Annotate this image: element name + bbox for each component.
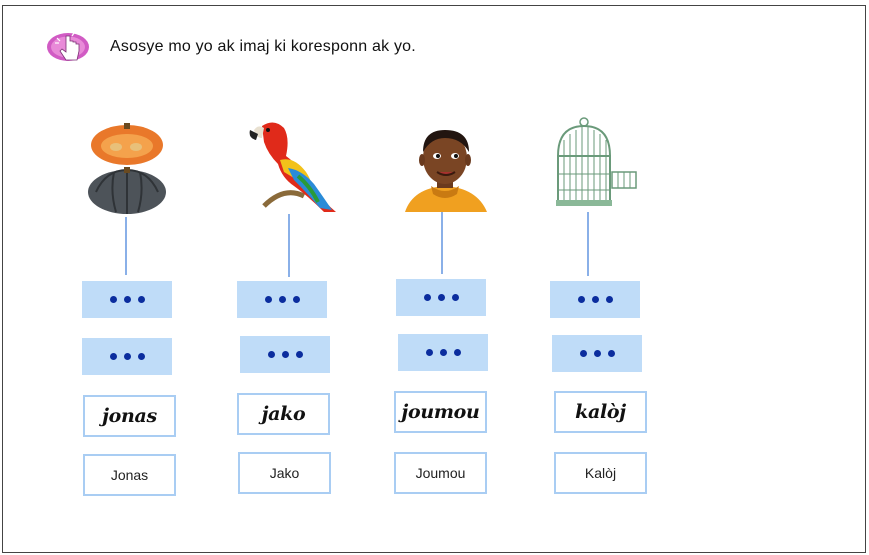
dot [451, 294, 459, 301]
dot [607, 350, 615, 357]
dot [267, 351, 275, 358]
dot [278, 296, 286, 303]
dot [264, 296, 272, 303]
print-word: Kalòj [584, 465, 617, 481]
cursive-word: kalòj [575, 401, 626, 423]
answer-slot-1[interactable] [396, 279, 486, 316]
cursive-word: jako [261, 403, 306, 425]
print-word: Joumou [415, 465, 466, 481]
cursive-word-card[interactable]: kalòj [554, 391, 647, 433]
dot [281, 351, 289, 358]
answer-slot-2[interactable] [552, 335, 642, 372]
connector-line [125, 217, 127, 275]
instruction-header: Asosye mo yo ak imaj ki koresponn ak yo. [46, 30, 416, 64]
birdcage-image [556, 117, 637, 206]
print-word-card[interactable]: Jako [238, 452, 331, 494]
connector-line [288, 214, 290, 277]
print-word: Jako [269, 465, 300, 481]
dot [137, 353, 145, 360]
dot [425, 349, 433, 356]
hand-pointer-icon [47, 32, 89, 61]
dot [453, 349, 461, 356]
pumpkin-image [88, 123, 166, 214]
dot [591, 296, 599, 303]
print-word-card[interactable]: Kalòj [554, 452, 647, 494]
dot [437, 294, 445, 301]
answer-slot-1[interactable] [237, 281, 327, 318]
dot [577, 296, 585, 303]
cursive-word-card[interactable]: joumou [394, 391, 487, 433]
answer-slot-2[interactable] [240, 336, 330, 373]
dot [109, 296, 117, 303]
answer-slot-2[interactable] [82, 338, 172, 375]
print-word: Jonas [110, 467, 149, 483]
dot [109, 353, 117, 360]
connector-line [441, 212, 443, 274]
dot [423, 294, 431, 301]
connector-line [587, 212, 589, 276]
dot [292, 296, 300, 303]
answer-slot-1[interactable] [82, 281, 172, 318]
cursive-word-card[interactable]: jako [237, 393, 330, 435]
dot [579, 350, 587, 357]
dot [605, 296, 613, 303]
instruction-text: Asosye mo yo ak imaj ki koresponn ak yo. [110, 38, 416, 55]
answer-slot-2[interactable] [398, 334, 488, 371]
dot [295, 351, 303, 358]
dot [137, 296, 145, 303]
dot [123, 353, 131, 360]
dot [123, 296, 131, 303]
answer-slot-1[interactable] [550, 281, 640, 318]
dot [593, 350, 601, 357]
print-word-card[interactable]: Jonas [83, 454, 176, 496]
cursive-word-card[interactable]: jonas [83, 395, 176, 437]
cursive-word: jonas [102, 405, 157, 427]
print-word-card[interactable]: Joumou [394, 452, 487, 494]
dot [439, 349, 447, 356]
boy-image [405, 130, 487, 212]
parrot-image [249, 122, 336, 212]
cursive-word: joumou [401, 401, 480, 423]
